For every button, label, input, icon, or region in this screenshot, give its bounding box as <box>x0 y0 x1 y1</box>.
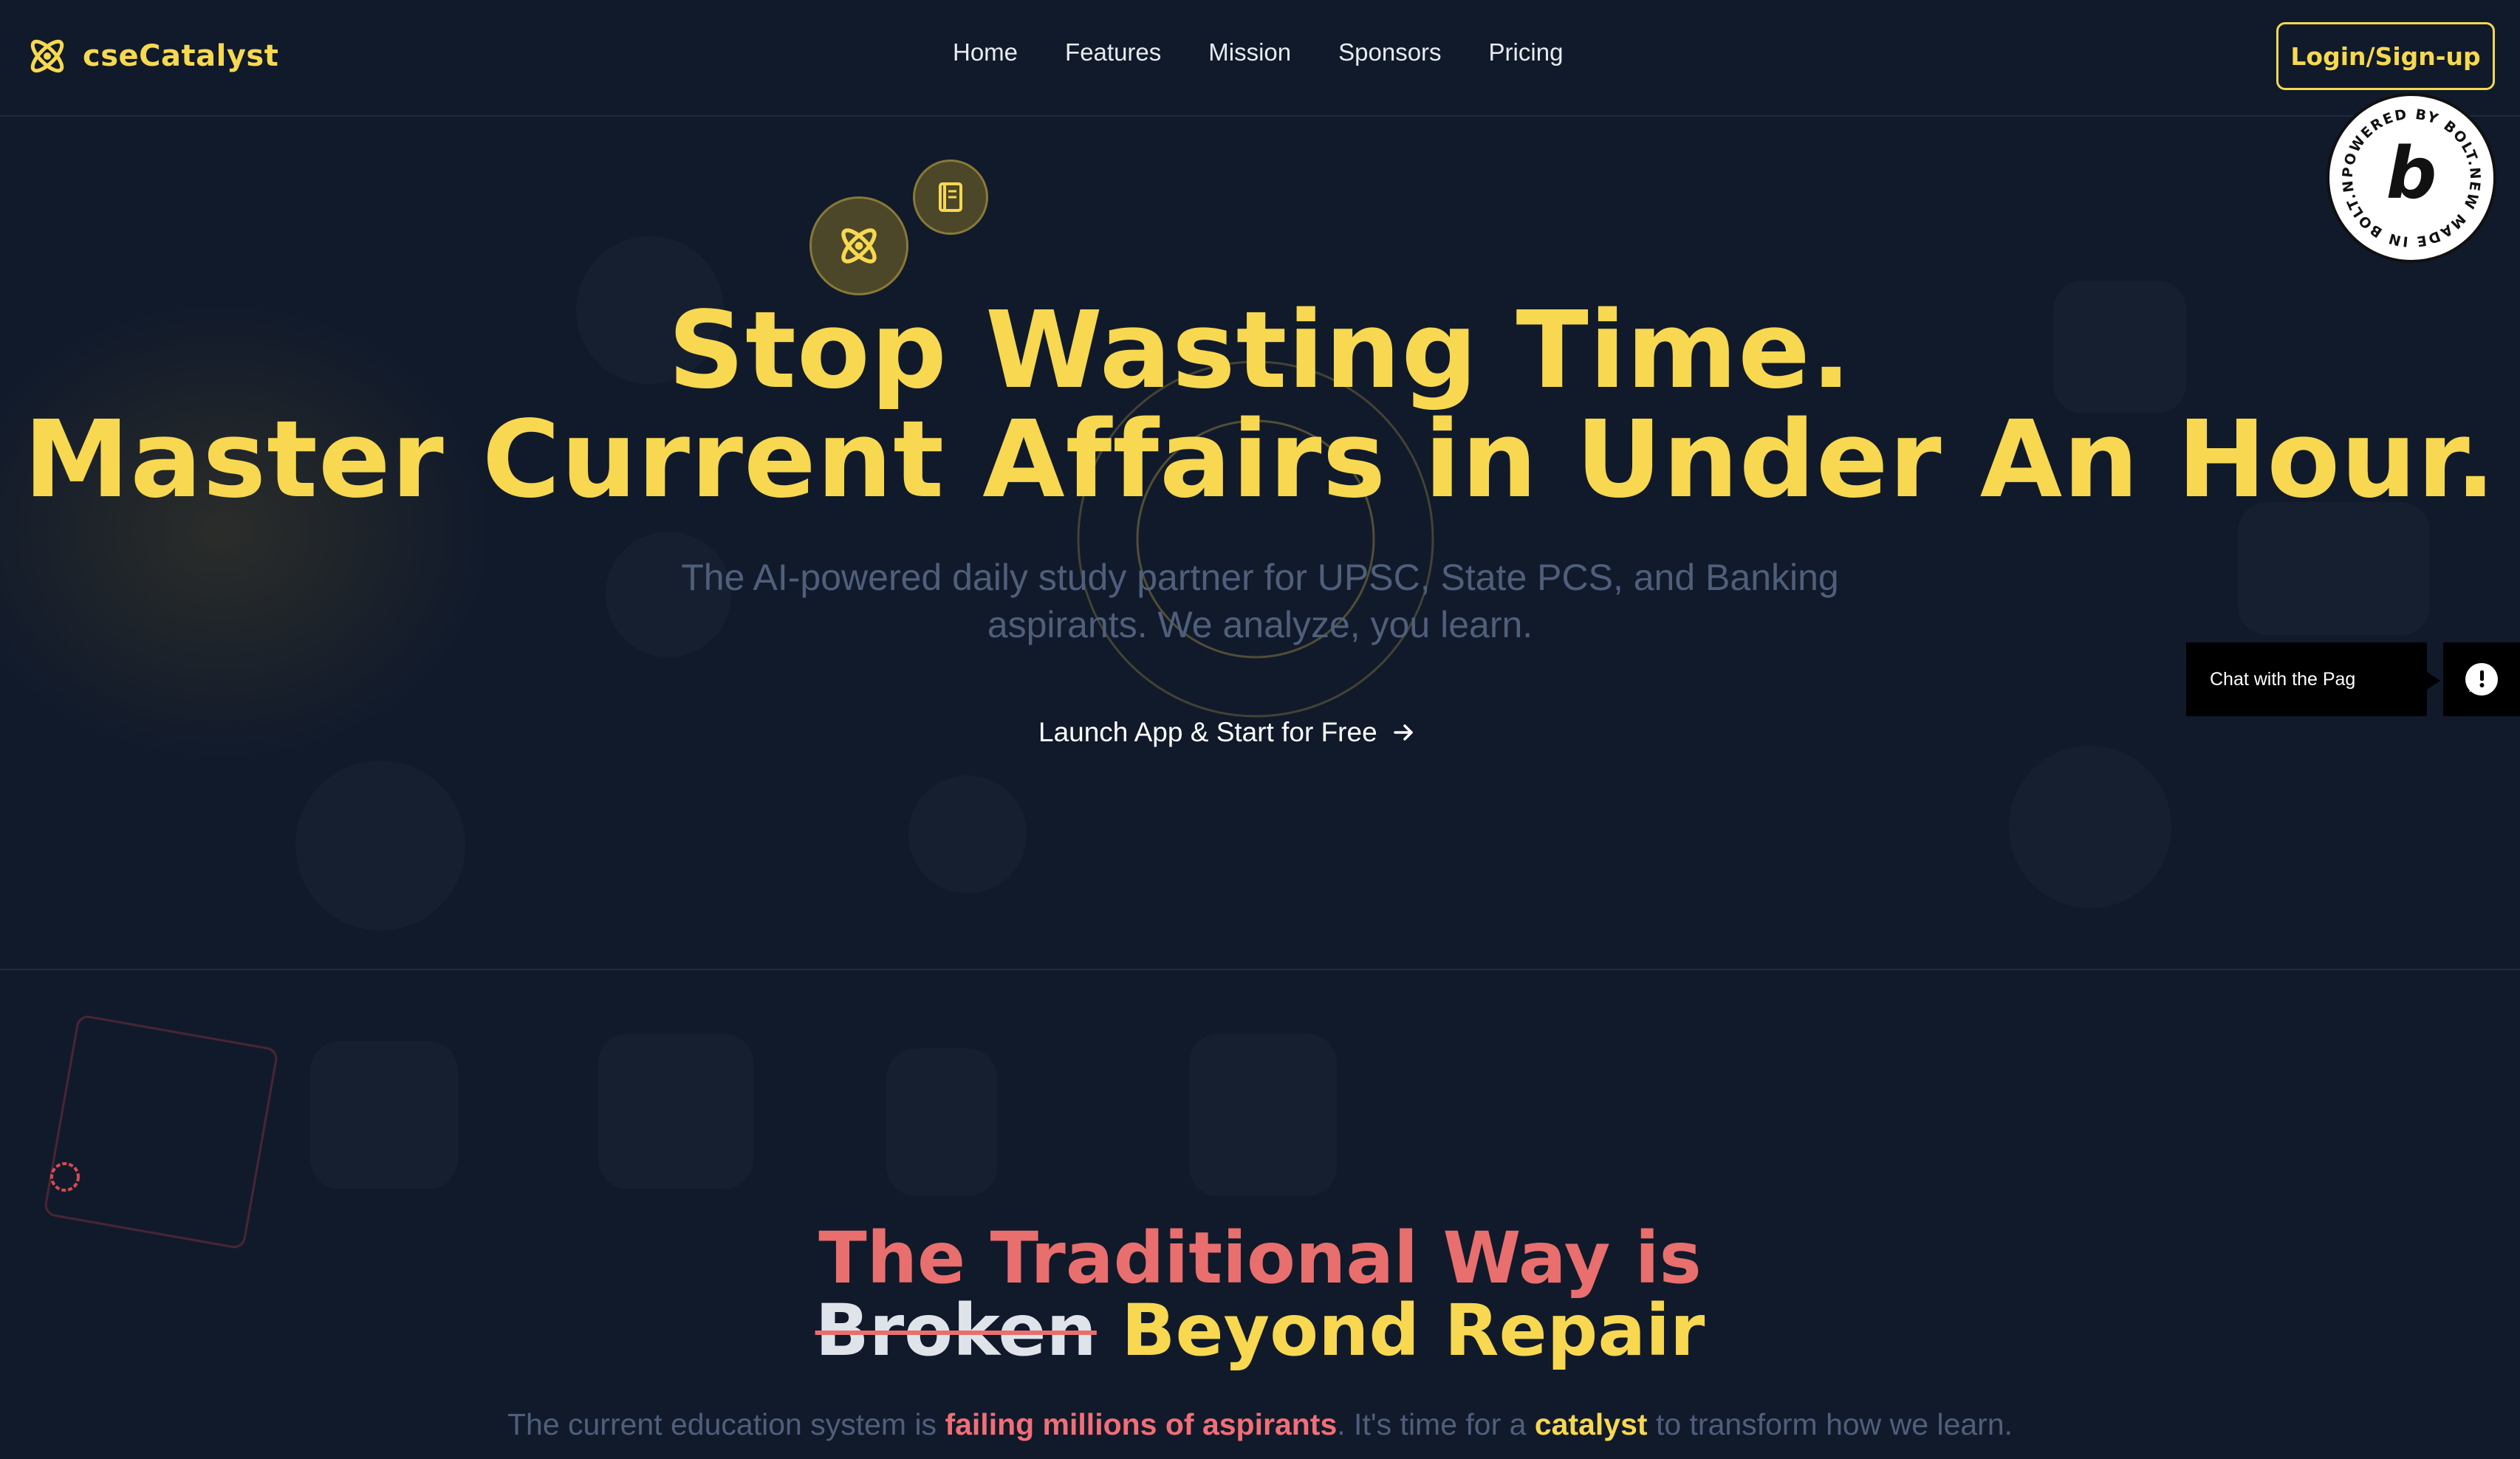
decorative-tilted-card <box>43 1014 279 1250</box>
brand-name: cseCatalyst <box>83 39 279 73</box>
background-icon <box>310 1041 458 1189</box>
section-divider <box>0 969 2520 970</box>
brand-logo-link[interactable]: cseCatalyst <box>25 34 278 78</box>
chat-widget-text: Chat with the Pag <box>2210 668 2356 690</box>
bolt-badge[interactable]: POWERED BY BOLT.NEW MADE IN BOLT.NEW b <box>2321 83 2496 263</box>
hero-atom-badge <box>809 196 908 295</box>
background-icon <box>2238 502 2430 635</box>
top-navbar: cseCatalyst Home Features Mission Sponso… <box>0 0 2520 117</box>
background-icon <box>2009 746 2171 908</box>
launch-app-button[interactable]: Launch App & Start for Free <box>1034 716 1422 749</box>
chat-widget-label[interactable]: Chat with the Pag <box>2186 642 2440 716</box>
background-icon <box>598 1034 753 1189</box>
nav-link-sponsors[interactable]: Sponsors <box>1338 38 1441 66</box>
nav-link-pricing[interactable]: Pricing <box>1489 38 1564 66</box>
background-icon <box>1189 1034 1337 1196</box>
problem-title: The Traditional Way is Broken Beyond Rep… <box>0 1222 2520 1367</box>
login-signup-button[interactable]: Login/Sign-up <box>2276 22 2495 90</box>
atom-icon <box>841 228 877 264</box>
launch-app-label: Launch App & Start for Free <box>1038 717 1377 747</box>
decorative-ring-icon <box>50 1162 80 1192</box>
problem-subtitle: The current education system is failing … <box>0 1407 2520 1442</box>
nav-link-home[interactable]: Home <box>953 38 1018 66</box>
nav-links: Home Features Mission Sponsors Pricing <box>953 38 1563 66</box>
hero-headline: Stop Wasting Time. Master Current Affair… <box>0 295 2520 514</box>
hero-headline-line1: Stop Wasting Time. <box>668 288 1852 412</box>
highlight-failing: failing millions of aspirants <box>945 1407 1338 1441</box>
hero-book-badge <box>913 159 988 235</box>
background-icon <box>295 761 465 930</box>
bolt-badge-graphic: POWERED BY BOLT.NEW MADE IN BOLT.NEW b <box>2321 83 2482 250</box>
chat-bubble-icon <box>2465 663 2498 696</box>
highlight-catalyst: catalyst <box>1534 1407 1648 1441</box>
book-icon <box>939 182 962 212</box>
problem-title-line2: Broken Beyond Repair <box>0 1294 2520 1367</box>
sub-text-middle: . It's time for a <box>1337 1407 1535 1441</box>
hero-headline-line2: Master Current Affairs in Under An Hour. <box>24 397 2496 521</box>
chat-widget-button[interactable] <box>2443 642 2520 716</box>
landing-page: cseCatalyst Home Features Mission Sponso… <box>0 0 2520 1459</box>
struck-word: Broken <box>815 1289 1097 1372</box>
nav-link-mission[interactable]: Mission <box>1208 38 1291 66</box>
sub-text-prefix: The current education system is <box>507 1407 945 1441</box>
bolt-letter: b <box>2386 132 2437 215</box>
hero-subtitle: The AI-powered daily study partner for U… <box>681 557 1839 645</box>
atom-icon <box>30 39 64 73</box>
sub-text-suffix: to transform how we learn. <box>1647 1407 2013 1441</box>
background-icon <box>908 775 1027 893</box>
problem-title-line1: The Traditional Way is <box>818 1217 1702 1300</box>
background-icon <box>886 1048 997 1196</box>
arrow-right-icon <box>1393 724 1413 741</box>
nav-link-features[interactable]: Features <box>1065 38 1161 66</box>
problem-title-rest: Beyond Repair <box>1121 1289 1705 1372</box>
